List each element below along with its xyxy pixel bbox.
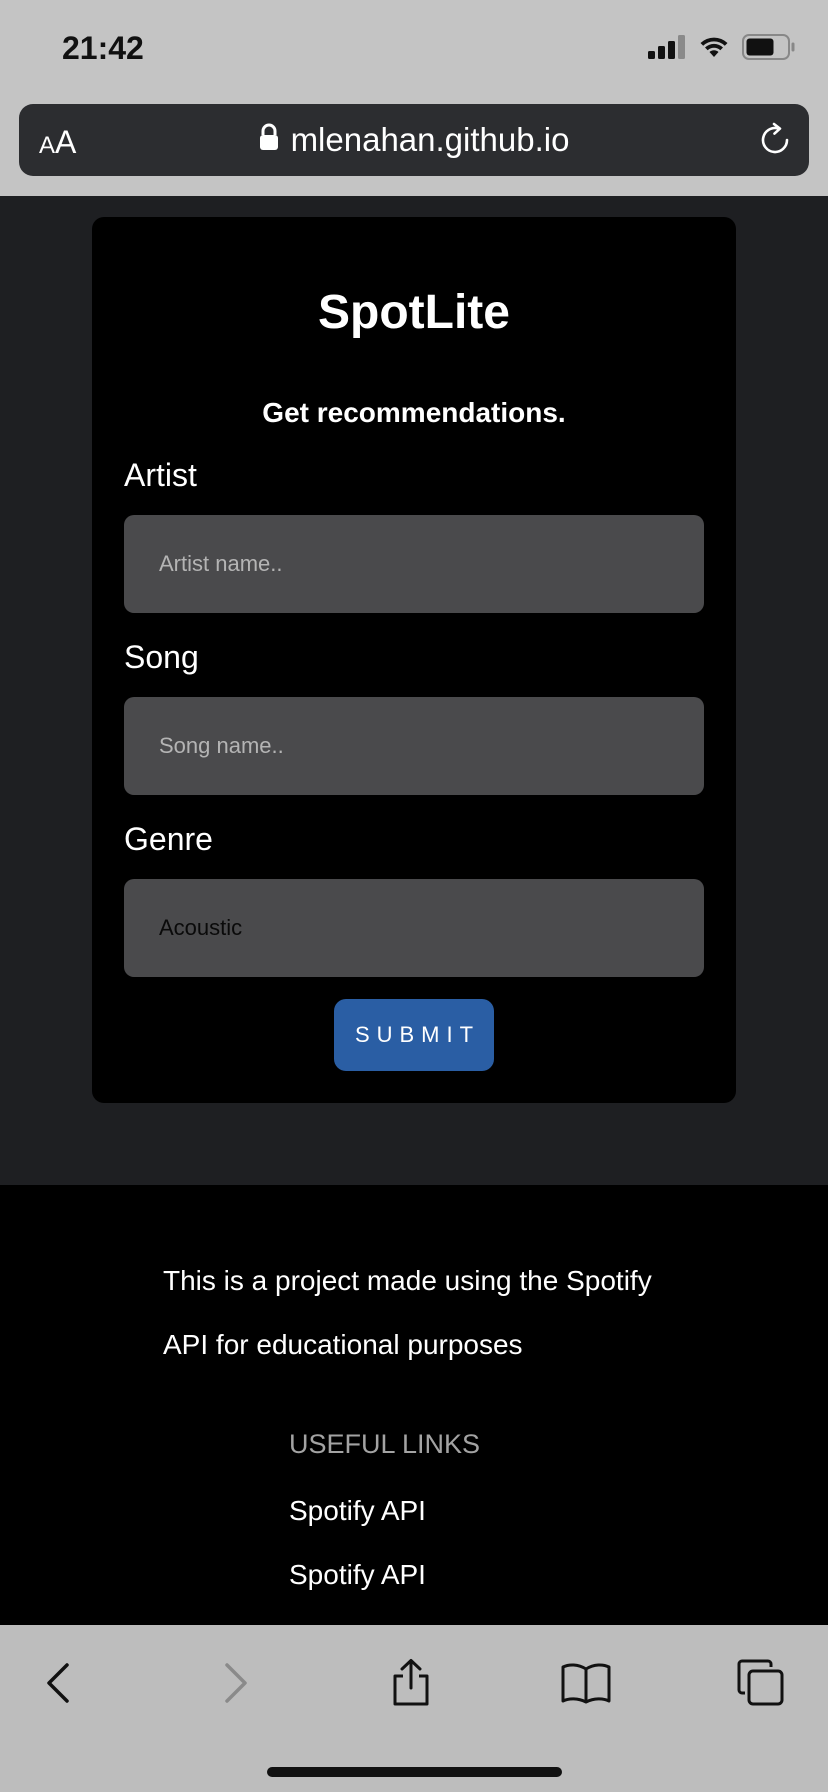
song-label: Song bbox=[124, 639, 199, 675]
url-text: mlenahan.github.io bbox=[290, 121, 570, 158]
back-icon[interactable] bbox=[28, 1653, 88, 1713]
useful-links-heading: USEFUL LINKS bbox=[289, 1429, 481, 1459]
artist-input[interactable] bbox=[124, 515, 704, 613]
status-icons bbox=[648, 33, 796, 65]
footer-description: This is a project made using the Spotify… bbox=[163, 1265, 652, 1360]
song-input[interactable] bbox=[124, 697, 704, 795]
bookmarks-icon[interactable] bbox=[556, 1653, 616, 1713]
tabs-icon[interactable] bbox=[731, 1653, 791, 1713]
address-bar[interactable]: AA mlenahan.github.io bbox=[19, 104, 809, 176]
status-time: 21:42 bbox=[62, 30, 144, 66]
home-indicator bbox=[267, 1767, 562, 1777]
battery-icon bbox=[742, 33, 796, 65]
genre-select[interactable]: Acoustic bbox=[124, 879, 704, 977]
lock-icon bbox=[259, 121, 279, 159]
browser-toolbar bbox=[0, 1625, 828, 1792]
footer-link-spotify-api-2[interactable]: Spotify API bbox=[289, 1559, 426, 1591]
status-bar: 21:42 bbox=[0, 0, 828, 100]
wifi-icon bbox=[698, 35, 730, 64]
forward-icon[interactable] bbox=[206, 1653, 266, 1713]
browser-address-area: AA mlenahan.github.io bbox=[0, 100, 828, 196]
reload-icon[interactable] bbox=[757, 122, 793, 158]
recommendation-form-card: SpotLite Get recommendations. Artist Son… bbox=[92, 217, 736, 1103]
artist-label: Artist bbox=[124, 457, 197, 493]
form-subtitle: Get recommendations. bbox=[262, 397, 566, 428]
footer-link-spotify-api[interactable]: Spotify API bbox=[289, 1495, 426, 1527]
genre-label: Genre bbox=[124, 821, 213, 857]
main-content: SpotLite Get recommendations. Artist Son… bbox=[0, 196, 828, 1185]
signal-icon bbox=[648, 34, 686, 64]
genre-selected-value: Acoustic bbox=[159, 915, 243, 940]
submit-button[interactable]: SUBMIT bbox=[334, 999, 494, 1071]
url-display[interactable]: mlenahan.github.io bbox=[19, 121, 809, 159]
share-icon[interactable] bbox=[381, 1653, 441, 1713]
app-title: SpotLite bbox=[318, 286, 510, 339]
footer: This is a project made using the Spotify… bbox=[0, 1185, 828, 1625]
